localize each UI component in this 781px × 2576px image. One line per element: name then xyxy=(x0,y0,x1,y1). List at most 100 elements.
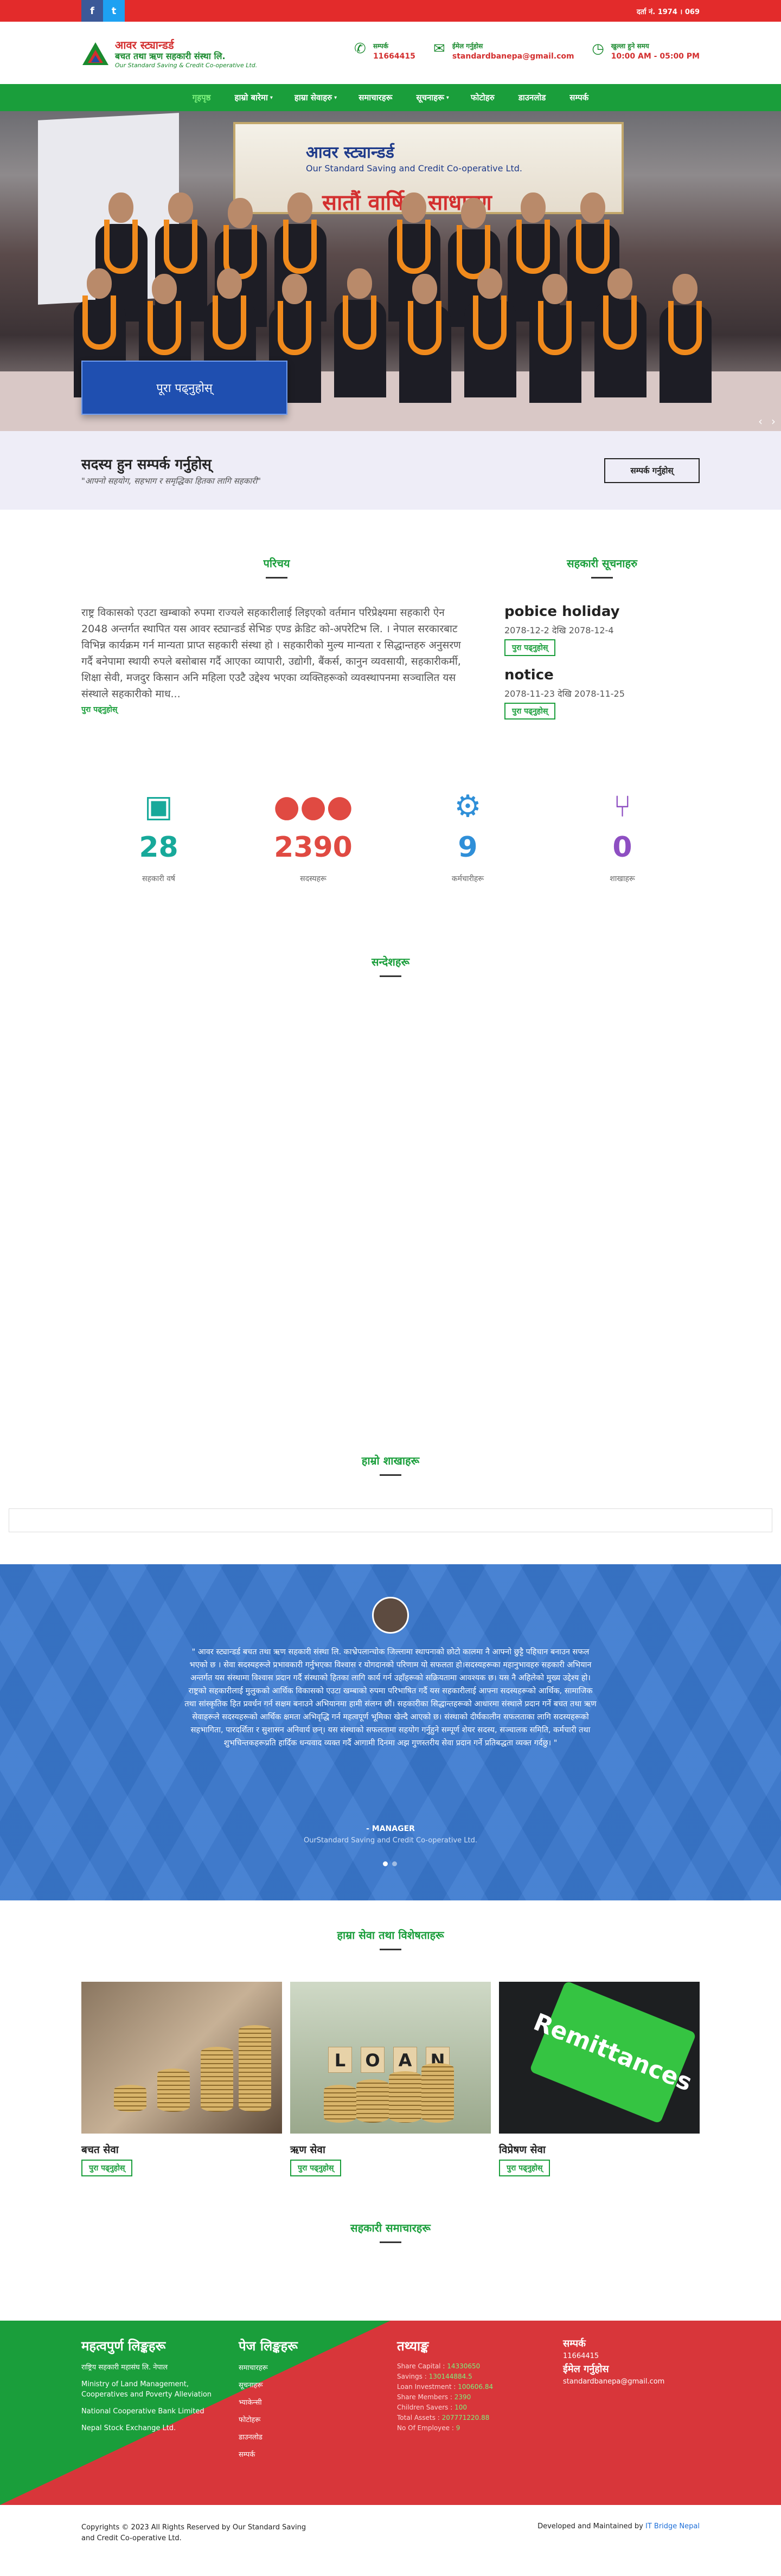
footer-phone[interactable]: 11664415 xyxy=(563,2352,704,2360)
about-readmore-link[interactable]: पुरा पढ्नुहोस् xyxy=(81,704,117,715)
stat-value: 0 xyxy=(612,831,632,864)
users-icon: ●●● xyxy=(273,789,353,824)
testimonial-dots xyxy=(383,1861,397,1866)
notice-date: 2078-12-2 देखि 2078-12-4 xyxy=(504,625,614,635)
site-logo[interactable]: आवर स्ट्यान्डर्ड बचत तथा ऋण सहकारी संस्थ… xyxy=(81,39,257,69)
contact-phone-title: सम्पर्क xyxy=(373,42,388,50)
stat-label: कर्मचारीहरू xyxy=(451,875,484,883)
service-title[interactable]: ऋण सेवा xyxy=(290,2142,491,2156)
contact-us-button[interactable]: सम्पर्क गर्नुहोस् xyxy=(604,458,700,483)
messages-title: सन्देशहरू xyxy=(371,955,410,968)
footer-link[interactable]: National Cooperative Bank Limited xyxy=(81,2406,228,2417)
service-card-savings: बचत सेवा पुरा पढ्नुहोस् xyxy=(81,1982,282,2176)
testimonial-section: " आवर स्ट्यान्डर्ड बचत तथा ऋण सहकारी संस… xyxy=(0,1564,781,1900)
service-readmore-button[interactable]: पुरा पढ्नुहोस् xyxy=(81,2160,133,2176)
footer-page-link[interactable]: सूचनाहरू xyxy=(239,2380,369,2389)
footer-contact: सम्पर्क 11664415 ईमेल गर्नुहोस standardb… xyxy=(563,2337,704,2386)
service-card-remittance: Remittances विप्रेषण सेवा पुरा पढ्नुहोस् xyxy=(499,1982,700,2176)
service-card-loan: L O A N ऋण सेवा पुरा पढ्नुहोस् xyxy=(290,1982,491,2176)
service-title[interactable]: बचत सेवा xyxy=(81,2142,282,2156)
hero-slider: आवर स्ट्यान्डर्ड Our Standard Saving and… xyxy=(0,111,781,431)
testimonial-author: - MANAGER xyxy=(366,1825,415,1833)
banner-title: आवर स्ट्यान्डर्ड xyxy=(306,143,394,162)
service-title[interactable]: विप्रेषण सेवा xyxy=(499,2142,700,2156)
footer-link[interactable]: Nepal Stock Exchange Ltd. xyxy=(81,2423,228,2433)
top-bar: f t दर्ता नं. 1974 । 069 xyxy=(0,0,781,22)
notice-title[interactable]: notice xyxy=(504,667,700,683)
phone-icon: ✆ xyxy=(354,41,366,57)
join-title: सदस्य हुन सम्पर्क गर्नुहोस् xyxy=(81,457,212,473)
nav-item-7[interactable]: सम्पर्क xyxy=(558,84,600,111)
service-readmore-button[interactable]: पुरा पढ्नुहोस् xyxy=(499,2160,550,2176)
footer-page-link[interactable]: फोटोहरू xyxy=(239,2414,369,2424)
loan-image[interactable]: L O A N xyxy=(290,1982,491,2134)
footer-fact: Share Capital : 14330650 xyxy=(397,2362,481,2370)
footer-page-link[interactable]: भ्याकेन्सी xyxy=(239,2397,369,2407)
branches-section: हाम्रो शाखाहरू xyxy=(0,1453,781,1476)
notices-title: सहकारी सूचनाहरु xyxy=(566,557,638,570)
footer-links-title: महत्वपुर्ण लिङ्कहरू xyxy=(81,2339,166,2354)
features-divider xyxy=(380,1949,401,1950)
carousel-dot[interactable] xyxy=(392,1861,397,1866)
stat-staff: ⚙ 9 कर्मचारीहरू xyxy=(419,789,517,884)
staff-gear-icon: ⚙ xyxy=(454,789,482,824)
nav-item-5[interactable]: फोटोहरु xyxy=(459,84,507,111)
footer-page-link[interactable]: डाउनलोड xyxy=(239,2432,369,2442)
contact-email[interactable]: ✉ ईमेल गर्नुहोस standardbanepa@gmail.com xyxy=(432,41,574,61)
clock-icon: ◷ xyxy=(592,41,604,57)
branches-divider xyxy=(380,1474,401,1476)
branch-icon: ⑂ xyxy=(613,789,632,824)
header-contacts: ✆ सम्पर्क 11664415 ✉ ईमेल गर्नुहोस standar… xyxy=(353,41,700,61)
contact-phone[interactable]: ✆ सम्पर्क 11664415 xyxy=(353,41,415,61)
stat-label: सदस्यहरू xyxy=(300,875,327,883)
footer-page-link[interactable]: समाचारहरू xyxy=(239,2362,369,2372)
social-links: f t xyxy=(81,0,125,22)
footer-email-title: ईमेल गर्नुहोस xyxy=(563,2363,609,2375)
footer-email[interactable]: standardbanepa@gmail.com xyxy=(563,2378,704,2386)
footer-link[interactable]: राष्ट्रिय सहकारी महासंघ लि. नेपाल xyxy=(81,2362,228,2373)
notice-readmore-button[interactable]: पुरा पढ्नुहोस् xyxy=(504,703,556,720)
nav-item-0[interactable]: गृहपृष्ठ xyxy=(181,84,223,111)
photo-person xyxy=(591,268,646,397)
slider-next-icon[interactable]: › xyxy=(771,415,776,428)
copyright-bar: Copyrights © 2023 All Rights Reserved by… xyxy=(0,2505,781,2576)
footer-fact: Savings : 130144884.5 xyxy=(397,2373,472,2380)
savings-image[interactable] xyxy=(81,1982,282,2134)
notices-section: सहकारी सूचनाहरु pobice holiday 2078-12-2… xyxy=(504,556,700,720)
notice-date: 2078-11-23 देखि 2078-11-25 xyxy=(504,689,625,699)
registration-number: दर्ता नं. 1974 । 069 xyxy=(636,8,700,16)
nav-item-3[interactable]: समाचारहरू xyxy=(347,84,404,111)
notice-title[interactable]: pobice holiday xyxy=(504,603,700,620)
stat-years: ▣ 28 सहकारी वर्ष xyxy=(110,789,208,884)
notice-readmore-button[interactable]: पुरा पढ्नुहोस् xyxy=(504,639,556,656)
twitter-icon[interactable]: t xyxy=(103,0,125,22)
stat-members: ●●● 2390 सदस्यहरू xyxy=(265,789,362,884)
stat-value: 28 xyxy=(139,831,178,864)
contact-hours: ◷ खुल्ला हुने समय 10:00 AM - 05:00 PM xyxy=(591,41,700,61)
stat-label: शाखाहरू xyxy=(610,875,635,883)
remittance-image[interactable]: Remittances xyxy=(499,1982,700,2134)
slider-prev-icon[interactable]: ‹ xyxy=(758,415,763,428)
footer-fact: Loan Investment : 100606.84 xyxy=(397,2383,494,2391)
footer-statistics: तथ्याङ्क Share Capital : 14330650 Savings… xyxy=(397,2337,538,2434)
header: आवर स्ट्यान्डर्ड बचत तथा ऋण सहकारी संस्थ… xyxy=(0,22,781,84)
logo-name-nepali: आवर स्ट्यान्डर्ड xyxy=(115,38,174,52)
footer-page-link[interactable]: सम्पर्क xyxy=(239,2449,369,2459)
service-readmore-button[interactable]: पुरा पढ्नुहोस् xyxy=(290,2160,342,2176)
avatar xyxy=(372,1597,409,1634)
contact-hours-title: खुल्ला हुने समय xyxy=(611,42,649,50)
photo-person xyxy=(396,274,451,403)
carousel-dot[interactable] xyxy=(383,1861,388,1866)
footer-contact-title: सम्पर्क xyxy=(563,2338,586,2349)
branches-title: हाम्रो शाखाहरू xyxy=(361,1454,420,1467)
stat-value: 2390 xyxy=(274,831,353,864)
hero-cta-button[interactable]: पूरा पढ्नुहोस् xyxy=(81,361,287,415)
contact-hours-value: 10:00 AM - 05:00 PM xyxy=(611,52,700,61)
footer-facts-title: तथ्याङ्क xyxy=(397,2339,429,2354)
about-title: परिचय xyxy=(263,557,290,570)
footer-link[interactable]: Ministry of Land Management, Cooperative… xyxy=(81,2379,228,2400)
nav-item-6[interactable]: डाउनलोड xyxy=(507,84,558,111)
developer-link[interactable]: IT Bridge Nepal xyxy=(645,2522,700,2530)
footer-fact: Share Members : 2390 xyxy=(397,2393,471,2401)
facebook-icon[interactable]: f xyxy=(81,0,103,22)
